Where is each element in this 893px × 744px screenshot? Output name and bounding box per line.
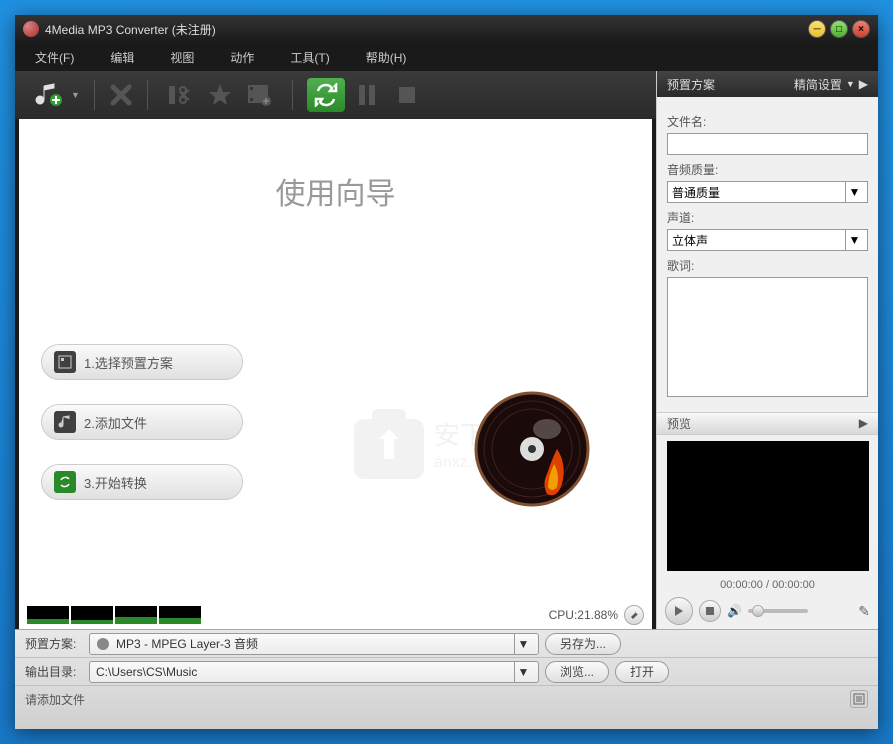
minimize-button[interactable]: ─ [808,20,826,38]
step-add-file[interactable]: 2.添加文件 [41,404,243,440]
window-title: 4Media MP3 Converter (未注册) [45,21,216,38]
step2-label: 2.添加文件 [84,413,147,432]
channel-select[interactable]: 立体声 ▼ [667,229,868,251]
menu-tools[interactable]: 工具(T) [290,49,329,66]
dropdown-icon: ▼ [845,182,863,202]
preview-label: 预览 [667,415,691,432]
volume-icon[interactable]: 🔊 [727,604,742,618]
scissors-icon [167,82,193,108]
clip-button[interactable] [162,77,198,113]
status-list-button[interactable] [850,690,868,708]
output-path-value: C:\Users\CS\Music [96,665,197,679]
audio-quality-value: 普通质量 [672,184,720,201]
list-icon [853,693,865,705]
dropdown-icon[interactable]: ▼ [71,90,80,100]
concise-toggle[interactable]: 精简设置 ▼ ▶ [794,76,868,93]
dropdown-icon: ▼ [514,662,532,682]
mp3-icon [96,637,110,651]
stop-icon [706,607,714,615]
preview-collapse-button[interactable]: ▶ [859,416,868,430]
menu-action[interactable]: 动作 [230,49,254,66]
step1-label: 1.选择预置方案 [84,353,173,372]
stop-icon [397,85,417,105]
preview-stop-button[interactable] [699,600,721,622]
toolbar: ▼ [15,71,656,119]
menu-edit[interactable]: 编辑 [110,49,134,66]
lyrics-textarea[interactable] [667,277,868,397]
status-text: 请添加文件 [25,691,85,708]
delete-x-icon [107,81,135,109]
maximize-button[interactable]: □ [830,20,848,38]
concise-label: 精简设置 [794,76,842,93]
right-panel: 预置方案 精简设置 ▼ ▶ 文件名: 音频质量: 普通质量 ▼ 声道: 立体声 [656,71,878,629]
profile-header: 预置方案 精简设置 ▼ ▶ [657,71,878,97]
output-field-label: 输出目录: [25,663,83,680]
cpu-bar: CPU:21.88% [19,601,652,629]
play-icon [674,605,684,617]
wizard-title: 使用向导 [19,169,652,213]
channel-label: 声道: [667,209,868,226]
menu-help[interactable]: 帮助(H) [366,49,407,66]
audio-quality-label: 音频质量: [667,161,868,178]
cpu-graph [27,606,201,624]
app-icon [23,21,39,37]
browse-button[interactable]: 浏览... [545,661,609,683]
convert-step-icon [54,471,76,493]
step-start-convert[interactable]: 3.开始转换 [41,464,243,500]
open-button[interactable]: 打开 [615,661,669,683]
wrench-icon [628,609,640,621]
profile-header-label: 预置方案 [667,76,715,93]
output-path-field[interactable]: C:\Users\CS\Music ▼ [89,661,539,683]
preview-time: 00:00:00 / 00:00:00 [657,579,878,591]
channel-value: 立体声 [672,232,708,249]
volume-knob[interactable] [752,605,764,617]
add-video-button[interactable] [242,77,278,113]
dropdown-icon: ▼ [514,634,532,654]
star-icon [207,82,233,108]
convert-icon [314,83,338,107]
close-button[interactable]: × [852,20,870,38]
chevron-right-icon: ▶ [859,77,868,91]
convert-button[interactable] [307,78,345,112]
pause-icon [357,83,377,107]
cpu-settings-button[interactable] [624,605,644,625]
bottom-bar: 预置方案: MP3 - MPEG Layer-3 音频 ▼ 另存为... 输出目… [15,629,878,729]
play-button[interactable] [665,597,693,625]
music-add-icon [34,80,64,110]
lyrics-label: 歌词: [667,257,868,274]
disc-art [472,389,592,509]
menubar: 文件(F) 编辑 视图 动作 工具(T) 帮助(H) [15,43,878,71]
film-add-icon [246,81,274,109]
dropdown-icon: ▼ [845,230,863,250]
titlebar[interactable]: 4Media MP3 Converter (未注册) ─ □ × [15,15,878,43]
preview-header: 预览 ▶ [657,412,878,435]
save-as-button[interactable]: 另存为... [545,633,621,655]
add-file-button[interactable] [31,77,67,113]
filename-input[interactable] [667,133,868,155]
app-window: 4Media MP3 Converter (未注册) ─ □ × 文件(F) 编… [15,15,878,729]
profile-field-label: 预置方案: [25,635,83,652]
cpu-label: CPU:21.88% [549,608,618,622]
step-select-profile[interactable]: 1.选择预置方案 [41,344,243,380]
stop-button[interactable] [389,77,425,113]
step3-label: 3.开始转换 [84,473,147,492]
snapshot-button[interactable]: ✎ [858,603,870,620]
filename-label: 文件名: [667,113,868,130]
delete-button[interactable] [103,77,139,113]
add-step-icon [54,411,76,433]
dropdown-icon: ▼ [846,79,855,89]
volume-slider[interactable] [748,609,808,613]
status-bar: 请添加文件 [15,686,878,712]
profile-select[interactable]: MP3 - MPEG Layer-3 音频 ▼ [89,633,539,655]
profile-value: MP3 - MPEG Layer-3 音频 [116,635,258,652]
pause-button[interactable] [349,77,385,113]
preview-controls: 🔊 ✎ [657,593,878,629]
menu-view[interactable]: 视图 [170,49,194,66]
profile-step-icon [54,351,76,373]
menu-file[interactable]: 文件(F) [35,49,74,66]
effect-button[interactable] [202,77,238,113]
main-canvas: 使用向导 1.选择预置方案 2.添加文件 [19,119,652,601]
audio-quality-select[interactable]: 普通质量 ▼ [667,181,868,203]
preview-video [667,441,869,571]
